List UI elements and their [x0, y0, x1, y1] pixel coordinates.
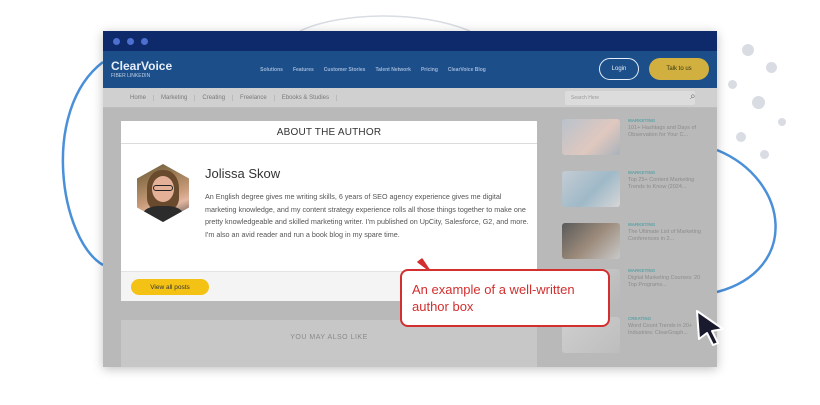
category-freelance[interactable]: Freelance [233, 94, 275, 101]
view-all-posts-button[interactable]: View all posts [131, 279, 209, 295]
post-title[interactable]: 101+ Hashtags and Days of Observation fo… [628, 125, 704, 139]
author-name[interactable]: Jolissa Skow [205, 166, 280, 181]
mouse-pointer-icon [696, 310, 724, 346]
deco-curve-right [716, 148, 777, 294]
post-category: MARKETING [628, 268, 656, 273]
category-links: Home Marketing Creating Freelance Ebooks… [123, 94, 338, 101]
annotation-callout: An example of a well-written author box [400, 269, 610, 327]
deco-dot [778, 118, 786, 126]
sidebar-post[interactable]: MARKETING 101+ Hashtags and Days of Obse… [556, 115, 706, 161]
nav-link-blog[interactable]: ClearVoice Blog [448, 67, 486, 73]
sidebar-post[interactable]: MARKETING The Ultimate List of Marketing… [556, 219, 706, 265]
deco-curve-top [299, 15, 471, 32]
category-bar: Home Marketing Creating Freelance Ebooks… [103, 88, 717, 108]
deco-curve-left [61, 61, 104, 267]
main-nav: Solutions Features Customer Stories Tale… [260, 67, 486, 73]
login-button[interactable]: Login [599, 58, 639, 80]
post-category: CREATING [628, 316, 652, 321]
search-icon[interactable]: ⌕ [690, 92, 696, 102]
search-input[interactable]: Search Here [565, 91, 695, 105]
nav-link-talent-network[interactable]: Talent Network [375, 67, 410, 73]
post-thumbnail[interactable] [562, 223, 620, 259]
callout-line-1: An example of a well-written [412, 282, 575, 297]
sidebar-recent-posts: MARKETING 101+ Hashtags and Days of Obse… [556, 109, 706, 367]
nav-link-customer-stories[interactable]: Customer Stories [324, 67, 366, 73]
deco-dot [760, 150, 769, 159]
post-title[interactable]: Digital Marketing Courses: 20 Top Progra… [628, 275, 704, 289]
logo-text: ClearVoice [111, 59, 173, 73]
category-ebooks[interactable]: Ebooks & Studies [275, 94, 338, 101]
related-posts-section: YOU MAY ALSO LIKE [121, 320, 537, 367]
sidebar-post[interactable]: MARKETING Top 25+ Content Marketing Tren… [556, 167, 706, 213]
site-header: ClearVoice FIBER LINKEDIN Solutions Feat… [103, 51, 717, 88]
post-category: MARKETING [628, 222, 656, 227]
screenshot-stage: ClearVoice FIBER LINKEDIN Solutions Feat… [0, 0, 820, 405]
deco-dot [742, 44, 754, 56]
nav-link-features[interactable]: Features [293, 67, 314, 73]
category-creating[interactable]: Creating [195, 94, 234, 101]
nav-link-solutions[interactable]: Solutions [260, 67, 283, 73]
category-home[interactable]: Home [123, 94, 155, 101]
author-bio: An English degree gives me writing skill… [205, 192, 529, 239]
window-titlebar [103, 31, 717, 51]
related-posts-heading: YOU MAY ALSO LIKE [290, 334, 368, 341]
deco-dot [736, 132, 746, 142]
deco-dot [766, 62, 777, 73]
post-category: MARKETING [628, 170, 656, 175]
author-photo [137, 164, 189, 222]
post-thumbnail[interactable] [562, 119, 620, 155]
window-minimize-dot[interactable] [127, 37, 134, 45]
callout-line-2: author box [412, 299, 474, 314]
nav-link-pricing[interactable]: Pricing [421, 67, 438, 73]
post-thumbnail[interactable] [562, 171, 620, 207]
deco-dot [728, 80, 737, 89]
window-maximize-dot[interactable] [141, 37, 148, 45]
category-marketing[interactable]: Marketing [154, 94, 196, 101]
deco-dot [752, 96, 765, 109]
site-logo[interactable]: ClearVoice FIBER LINKEDIN [111, 60, 172, 79]
post-title[interactable]: Top 25+ Content Marketing Trends to Know… [628, 177, 704, 191]
logo-subtext: FIBER LINKEDIN [111, 73, 151, 79]
post-category: MARKETING [628, 118, 656, 123]
author-box-heading: ABOUT THE AUTHOR [121, 121, 537, 144]
window-close-dot[interactable] [113, 37, 120, 45]
post-title[interactable]: The Ultimate List of Marketing Conferenc… [628, 229, 704, 243]
talk-to-us-button[interactable]: Talk to us [649, 58, 709, 80]
